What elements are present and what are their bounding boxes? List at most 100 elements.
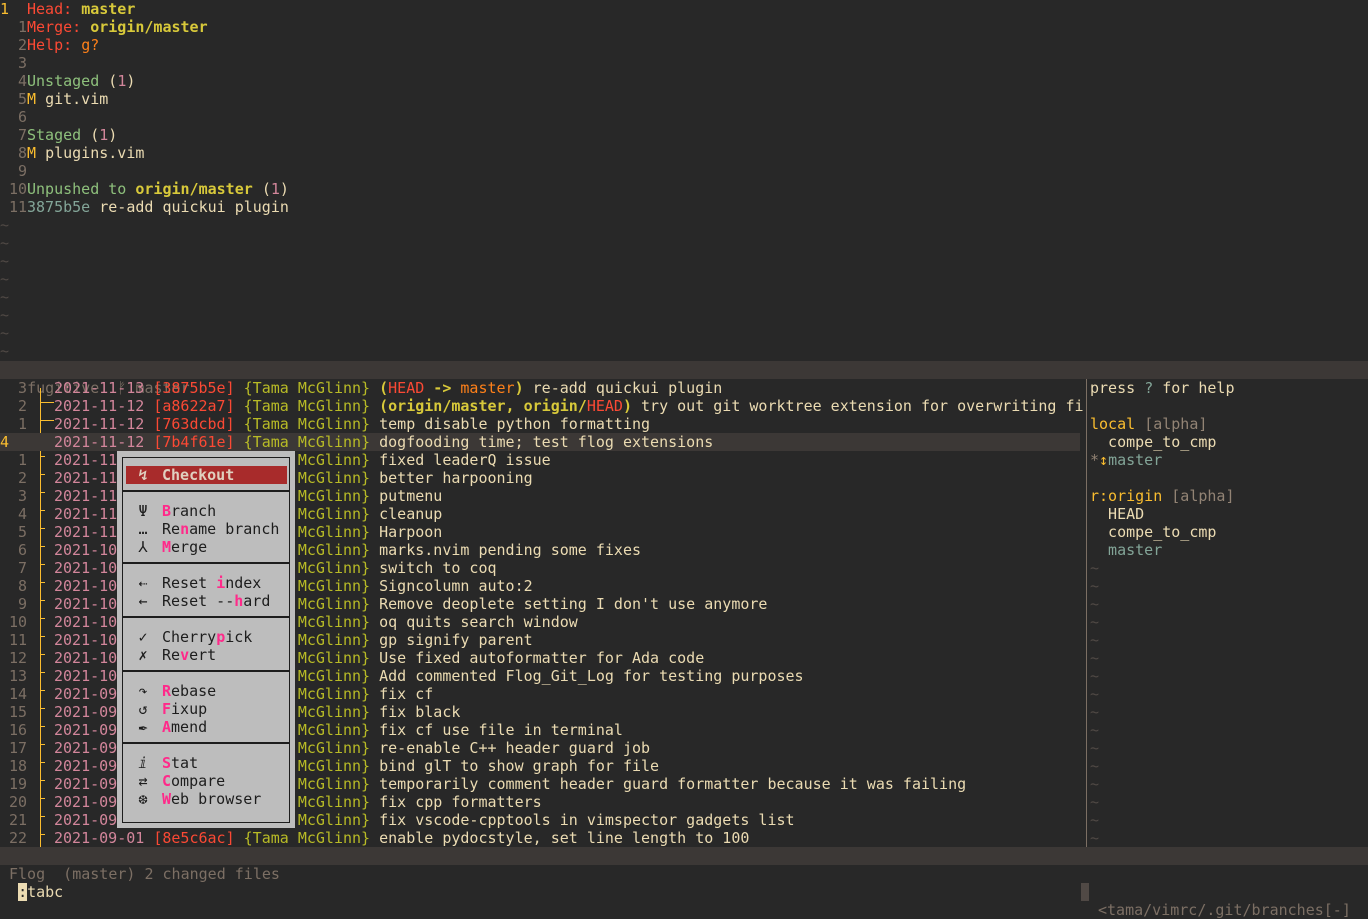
label-text: Re <box>162 646 181 664</box>
commit-row[interactable]: 4 2021-11-12 [7b4f61e] {Tama McGlinn} dog… <box>0 433 1080 457</box>
menu-item-rebase[interactable]: ↷ Rebase <box>123 682 289 700</box>
menu-item-amend[interactable]: ✒ Amend <box>123 718 289 736</box>
commit-row[interactable]: 172021-09-20 [7d2a9c5] {Tama McGlinn} re… <box>0 739 650 763</box>
status-line[interactable]: 2Help: g? <box>0 36 99 54</box>
commit-hash[interactable]: [7b4f61e] <box>153 433 243 451</box>
remote-branch[interactable]: master <box>1090 541 1162 559</box>
status-line[interactable]: 3 <box>0 54 27 72</box>
commit-row[interactable]: 92021-10-22 [f6a1c70] {Tama McGlinn} Rem… <box>0 595 767 619</box>
ref-part: (origin/master, origin/ <box>379 397 587 415</box>
commit-message: temporarily comment header guard formatt… <box>379 775 967 793</box>
label-text: tat <box>171 754 199 772</box>
line-number: 2 <box>17 397 27 415</box>
command-line[interactable]: :tabc <box>0 865 63 901</box>
commit-row[interactable]: 182021-09-16 [c0f8e72] {Tama McGlinn} bi… <box>0 757 659 781</box>
commit-hash[interactable]: [8e5c6ac] <box>153 829 243 847</box>
commit-refs: (HEAD -> master) <box>379 379 524 397</box>
revert-icon: ✗ <box>138 646 148 664</box>
status-line[interactable]: 10Unpushed to origin/master (1) <box>0 180 289 198</box>
local-branch[interactable]: compe_to_cmp <box>1090 433 1216 451</box>
file-name[interactable]: plugins.vim <box>45 144 144 162</box>
empty-line-tilde: ~ <box>1090 793 1100 811</box>
file-name[interactable]: git.vim <box>45 90 108 108</box>
branch-name[interactable]: master <box>1108 451 1162 469</box>
label-text: ert <box>189 646 217 664</box>
status-line[interactable]: 6 <box>0 108 27 126</box>
commit-context-menu[interactable]: ↯ Checkout Ψ Branch… Rename branch ⅄ Merge ⇠ Res… <box>117 451 295 828</box>
status-line[interactable]: 7Staged (1) <box>0 126 117 144</box>
text <box>524 379 533 397</box>
help-text: for help <box>1153 379 1235 397</box>
line-number: 8 <box>17 144 27 162</box>
commit-date: 2021-09-01 <box>54 829 154 847</box>
status-line[interactable]: 4Unstaged (1) <box>0 72 135 90</box>
status-line[interactable]: 8M plugins.vim <box>0 144 144 162</box>
label-text: mend <box>171 718 208 736</box>
menu-item-rename[interactable]: … Rename branch <box>123 520 289 538</box>
remote-branch[interactable]: compe_to_cmp <box>1090 523 1216 541</box>
menu-item-branch[interactable]: Ψ Branch <box>123 502 289 520</box>
menu-item-checkout[interactable]: ↯ Checkout <box>123 466 289 484</box>
status-line[interactable]: 5M git.vim <box>0 90 108 108</box>
commit-row[interactable]: 162021-09-24 [b5e1f03] {Tama McGlinn} fi… <box>0 721 623 745</box>
status-line[interactable]: 113875b5e re-add quickui plugin <box>0 198 289 216</box>
line-number: 20 <box>8 793 27 811</box>
menu-item-cherrypick[interactable]: ✓ Cherrypick <box>123 628 289 646</box>
commit-date: 2021-11-12 <box>54 433 154 451</box>
status-line[interactable]: 1Merge: origin/master <box>0 18 208 36</box>
line-number: 16 <box>8 721 27 739</box>
ref-part: ) <box>514 379 524 397</box>
menu-item-merge[interactable]: ⅄ Merge <box>123 538 289 556</box>
menu-item-web-browser[interactable]: ❆ Web browser <box>123 790 289 808</box>
hotkey-letter: M <box>162 538 172 556</box>
line-number: 3 <box>17 487 27 505</box>
menu-item-compare[interactable]: ⇄ Compare <box>123 772 289 790</box>
help-hint: press ? for help <box>1090 379 1235 397</box>
menu-item-revert[interactable]: ✗ Revert <box>123 646 289 664</box>
branch-name[interactable]: master <box>1090 541 1162 559</box>
branch-name[interactable]: HEAD <box>1090 505 1144 523</box>
cherrypick-icon: ✓ <box>138 628 148 646</box>
commit-message: fixed leaderQ issue <box>379 451 551 469</box>
line-number: 3 <box>17 54 27 72</box>
menu-item-reset-index[interactable]: ⇠ Reset index <box>123 574 289 592</box>
remote-heading[interactable]: r:origin [alpha] <box>1090 487 1235 505</box>
branch-name[interactable]: compe_to_cmp <box>1090 433 1216 451</box>
menu-separator <box>123 490 289 492</box>
commit-message: oq quits search window <box>379 613 578 631</box>
line-number: 4 <box>17 72 27 90</box>
status-line[interactable]: 9 <box>0 162 27 180</box>
local-heading[interactable]: local [alpha] <box>1090 415 1207 433</box>
menu-separator <box>123 670 289 672</box>
menu-item-stat[interactable]: ⅈ Stat <box>123 754 289 772</box>
line-number: 4 <box>17 505 27 523</box>
commit-row[interactable]: 122021-10-15 [6c0d9e4] {Tama McGlinn} Us… <box>0 649 704 673</box>
status-line[interactable]: 1 Head: master <box>0 0 135 18</box>
commit-row[interactable]: 1 2021-11-12 [763dcbd] {Tama McGlinn} tem… <box>0 415 650 439</box>
commit-row[interactable]: 22 2021-09-01 [8e5c6ac] {Tama McGlinn} en… <box>0 829 749 853</box>
commit-hash[interactable]: [a8622a7] <box>153 397 243 415</box>
commit-date: 2021-11-12 <box>54 397 154 415</box>
local-label: local <box>1090 415 1145 433</box>
menu-item-reset-hard[interactable]: ← Reset --hard <box>123 592 289 610</box>
remote-branch[interactable]: HEAD <box>1090 505 1144 523</box>
commit-row[interactable]: 2 2021-11-12 [a8622a7] {Tama McGlinn} (or… <box>0 397 1084 421</box>
empty-line-tilde: ~ <box>1090 559 1100 577</box>
ref-part: master <box>460 379 515 397</box>
line-number: 8 <box>17 577 27 595</box>
commit-row[interactable]: 3 2021-11-13 [3875b5e] {Tama McGlinn} (HE… <box>0 379 722 403</box>
label-text: Cherry <box>162 628 217 646</box>
branch-name[interactable]: compe_to_cmp <box>1090 523 1216 541</box>
empty-line-tilde: ~ <box>0 324 10 342</box>
commit-hash[interactable]: [3875b5e] <box>153 379 243 397</box>
local-branch[interactable]: *↕master <box>1090 451 1162 469</box>
hotkey-letter: C <box>162 772 172 790</box>
commit-hash[interactable]: 3875b5e <box>27 198 99 216</box>
menu-item-fixup[interactable]: ↺ Fixup <box>123 700 289 718</box>
commit-hash[interactable]: [763dcbd] <box>153 415 243 433</box>
label-text: Reset -- <box>162 592 235 610</box>
commit-author: {Tama McGlinn} <box>243 829 380 847</box>
commit-row[interactable]: 62021-10-29 [e8d2f41] {Tama McGlinn} mar… <box>0 541 641 565</box>
fugitive-status-pane[interactable]: 1 Head: master 1Merge: origin/master 2Help:… <box>0 0 1368 360</box>
branches-pane[interactable]: press ? for help local [alpha] compe_to_c… <box>1086 379 1368 847</box>
